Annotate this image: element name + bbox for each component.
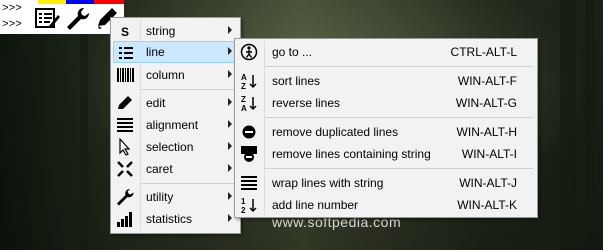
menu-item-go-to[interactable]: go to ... CTRL-ALT-L bbox=[237, 41, 535, 63]
submenu-arrow-icon bbox=[228, 120, 232, 128]
submenu-arrow-icon bbox=[228, 26, 232, 34]
submenu-arrow-icon bbox=[228, 47, 232, 55]
submenu-arrow-icon bbox=[228, 142, 232, 150]
menu-item-caret[interactable]: caret bbox=[113, 158, 238, 180]
svg-text:A: A bbox=[241, 104, 247, 112]
submenu-arrow-icon bbox=[228, 98, 232, 106]
list-icon bbox=[117, 44, 135, 62]
color-bar-blue bbox=[66, 0, 94, 4]
bar-chart-icon bbox=[116, 210, 134, 228]
submenu-arrow-icon bbox=[228, 192, 232, 200]
menu-item-alignment[interactable]: alignment bbox=[113, 114, 238, 136]
background-trunk bbox=[560, 0, 576, 250]
expand-arrows-top[interactable]: >>> bbox=[2, 4, 22, 15]
goto-icon bbox=[240, 43, 258, 61]
sort-az-icon: AZ bbox=[240, 72, 258, 91]
background-trunk bbox=[80, 0, 88, 250]
menu-item-edit[interactable]: edit bbox=[113, 92, 238, 114]
menu-item-remove-lines-containing-string[interactable]: remove lines containing string WIN-ALT-I bbox=[237, 143, 535, 165]
line-number-icon: 12 bbox=[240, 196, 258, 215]
background-trunk bbox=[585, 0, 595, 250]
menu-separator bbox=[141, 89, 236, 90]
menu-item-add-line-number[interactable]: 12 add line number WIN-ALT-K bbox=[237, 194, 535, 216]
wrench-icon[interactable] bbox=[64, 6, 90, 30]
svg-text:Z: Z bbox=[241, 82, 246, 90]
remove-string-icon bbox=[240, 145, 258, 163]
menu-item-string[interactable]: S string bbox=[113, 20, 238, 42]
submenu-arrow-icon bbox=[228, 164, 232, 172]
remove-duplicates-icon bbox=[240, 123, 258, 141]
letter-s-icon: S bbox=[116, 22, 134, 40]
color-bar-red bbox=[94, 0, 124, 4]
align-icon bbox=[116, 116, 134, 134]
menu-item-wrap-lines-with-string[interactable]: wrap lines with string WIN-ALT-J bbox=[237, 172, 535, 194]
background-trunk bbox=[30, 0, 44, 250]
menu-item-column[interactable]: column bbox=[113, 64, 238, 86]
menu-item-sort-lines[interactable]: AZ sort lines WIN-ALT-F bbox=[237, 70, 535, 92]
caret-icon bbox=[116, 160, 134, 178]
main-menu: S string line column edit alignment sele… bbox=[110, 17, 241, 234]
line-submenu: go to ... CTRL-ALT-L AZ sort lines WIN-A… bbox=[234, 38, 538, 218]
wrap-lines-icon bbox=[240, 174, 258, 192]
menu-item-selection[interactable]: selection bbox=[113, 136, 238, 158]
menu-item-remove-duplicated-lines[interactable]: remove duplicated lines WIN-ALT-H bbox=[237, 121, 535, 143]
menu-separator bbox=[265, 168, 533, 169]
expand-arrows-bottom[interactable]: >>> bbox=[2, 20, 22, 31]
svg-text:A: A bbox=[241, 73, 247, 82]
menu-item-statistics[interactable]: statistics bbox=[113, 208, 238, 230]
toolbar: >>> >>> bbox=[0, 0, 124, 34]
pencil-icon bbox=[116, 94, 134, 112]
sort-za-icon: ZA bbox=[240, 94, 258, 113]
submenu-arrow-icon bbox=[228, 214, 232, 222]
cursor-icon bbox=[116, 137, 134, 156]
svg-text:Z: Z bbox=[241, 95, 246, 104]
svg-text:S: S bbox=[121, 25, 129, 39]
menu-separator bbox=[265, 117, 533, 118]
color-bar-yellow bbox=[38, 0, 66, 4]
menu-item-line[interactable]: line bbox=[113, 41, 238, 63]
menu-item-utility[interactable]: utility bbox=[113, 186, 238, 208]
submenu-arrow-icon bbox=[228, 70, 232, 78]
list-edit-icon[interactable] bbox=[34, 6, 60, 30]
svg-text:2: 2 bbox=[241, 206, 246, 214]
svg-text:1: 1 bbox=[241, 197, 246, 206]
wrench-icon bbox=[116, 188, 134, 206]
menu-separator bbox=[141, 183, 236, 184]
menu-separator bbox=[265, 66, 533, 67]
menu-item-reverse-lines[interactable]: ZA reverse lines WIN-ALT-G bbox=[237, 92, 535, 114]
barcode-icon bbox=[116, 66, 134, 84]
